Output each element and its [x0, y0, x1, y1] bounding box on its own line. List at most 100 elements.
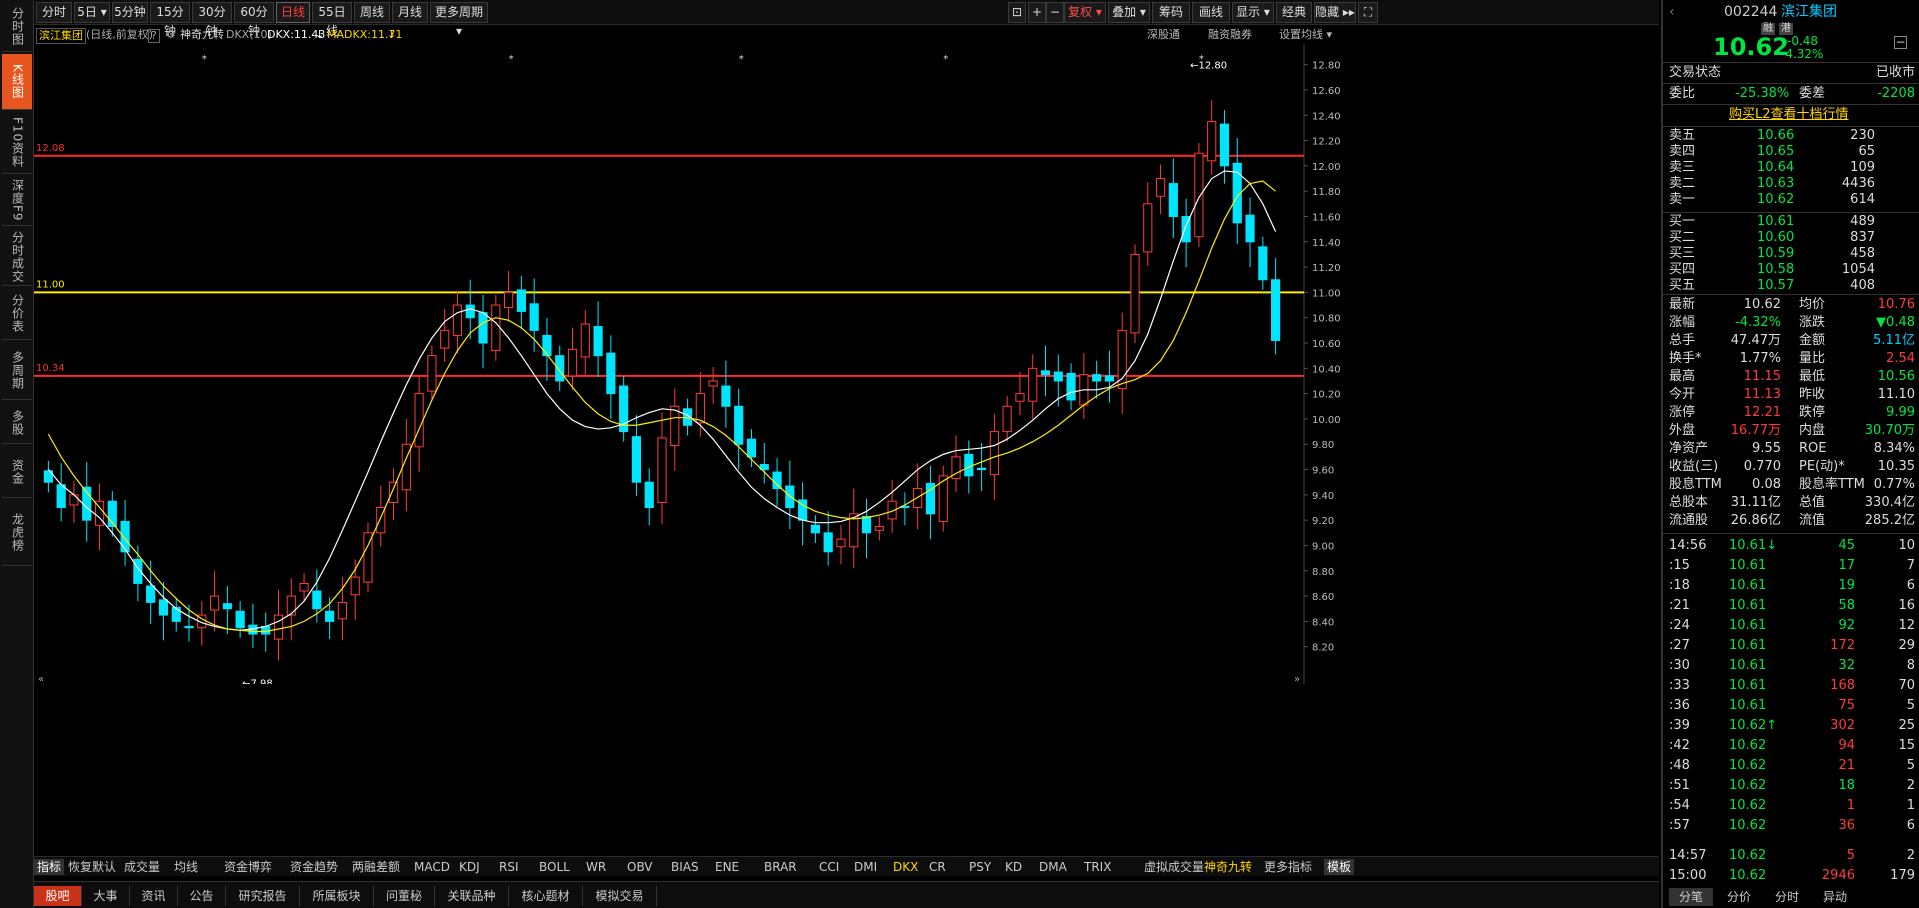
fullscreen-icon[interactable]: ⛶ [1358, 2, 1378, 23]
bid-price[interactable]: 10.57 [1757, 278, 1794, 294]
plus-icon[interactable]: + [1028, 2, 1046, 23]
minimize-icon[interactable]: − [1894, 36, 1907, 49]
period-tab-0[interactable]: 分时 [36, 2, 72, 23]
bid-price[interactable]: 10.58 [1757, 262, 1794, 278]
bottom-tab-5[interactable]: 所属板块 [300, 886, 374, 906]
minus-icon[interactable]: − [1046, 2, 1064, 23]
tick-tab-1[interactable]: 分价 [1717, 888, 1761, 906]
indicator-tab-25[interactable]: 神奇九转 [1204, 859, 1252, 875]
tick-tab-2[interactable]: 分时 [1765, 888, 1809, 906]
indicator-tab-21[interactable]: KD [1005, 859, 1022, 875]
indicator-tab-27[interactable]: 模板 [1324, 859, 1355, 875]
indicator-tab-17[interactable]: DMI [854, 859, 877, 875]
indicator-tab-9[interactable]: RSI [499, 859, 519, 875]
kline-chart[interactable]: 12.80 12.60 12.40 12.20 12.00 11.80 11.60 11.40… [34, 44, 1354, 684]
event-marker[interactable]: * [1199, 54, 1204, 65]
indicator-tab-11[interactable]: WR [586, 859, 606, 875]
period-tab-2[interactable]: 5分钟 [112, 2, 148, 23]
indicator-tab-15[interactable]: BRAR [764, 859, 797, 875]
indicator-tab-19[interactable]: CR [929, 859, 946, 875]
period-tab-4[interactable]: 30分钟 [192, 2, 232, 38]
ma-settings-button[interactable]: 设置均线 ▾ [1279, 26, 1332, 44]
period-tab-8[interactable]: 周线 [354, 2, 390, 23]
left-tab-5[interactable]: 分价表 [2, 288, 32, 340]
left-tab-1[interactable]: K线图 [2, 54, 32, 110]
indicator-tab-26[interactable]: 更多指标 [1264, 859, 1312, 875]
bottom-tab-1[interactable]: 大事 [82, 886, 130, 906]
chips-button[interactable]: 筹码 [1152, 2, 1190, 23]
ask-price[interactable]: 10.63 [1757, 176, 1794, 192]
bottom-tab-6[interactable]: 问董秘 [374, 886, 435, 906]
deep-connect-link[interactable]: 深股通 [1147, 26, 1180, 44]
indicator-tab-23[interactable]: TRIX [1084, 859, 1111, 875]
bid-price[interactable]: 10.61 [1757, 214, 1794, 230]
period-tab-10[interactable]: 更多周期 ▾ [430, 2, 488, 38]
gear-icon[interactable]: ⚙ [166, 26, 176, 44]
left-tab-7[interactable]: 多股 [2, 402, 32, 444]
bottom-tab-3[interactable]: 公告 [178, 886, 226, 906]
event-marker[interactable]: * [509, 54, 514, 65]
left-tab-2[interactable]: F10资料 [2, 112, 32, 174]
indicator-tab-8[interactable]: KDJ [459, 859, 480, 875]
period-tab-9[interactable]: 月线 [392, 2, 428, 23]
left-tab-6[interactable]: 多周期 [2, 342, 32, 400]
ask-price[interactable]: 10.64 [1757, 160, 1794, 176]
period-tab-6[interactable]: 日线 [276, 2, 310, 23]
indicator-tab-20[interactable]: PSY [969, 859, 991, 875]
restore-button[interactable]: 复权 ▾ [1064, 2, 1106, 23]
indicator-tab-5[interactable]: 资金趋势 [290, 859, 338, 875]
indicator-tab-12[interactable]: OBV [627, 859, 653, 875]
margin-link[interactable]: 融资融券 [1208, 26, 1252, 44]
help-icon[interactable]: ? [148, 29, 160, 43]
event-marker[interactable]: * [943, 54, 948, 65]
indicator-tab-22[interactable]: DMA [1039, 859, 1067, 875]
hide-button[interactable]: 隐藏 ▸▸ [1314, 2, 1356, 23]
bottom-tab-7[interactable]: 关联品种 [435, 886, 509, 906]
stock-name-label[interactable]: 滨江集团 [36, 28, 86, 44]
bottom-tab-2[interactable]: 资讯 [130, 886, 178, 906]
bottom-tab-9[interactable]: 模拟交易 [583, 886, 657, 906]
indicator-tab-14[interactable]: ENE [715, 859, 739, 875]
indicator-tab-18[interactable]: DKX [893, 859, 918, 875]
display-button[interactable]: 显示 ▾ [1232, 2, 1274, 23]
bottom-tab-4[interactable]: 研究报告 [226, 886, 300, 906]
indicator-tab-13[interactable]: BIAS [671, 859, 699, 875]
lock-icon[interactable]: ⊡ [1008, 2, 1026, 23]
draw-line-button[interactable]: 画线 [1192, 2, 1230, 23]
indicator-tab-2[interactable]: 成交量 [124, 859, 160, 875]
ask-price[interactable]: 10.65 [1757, 144, 1794, 160]
indicator-tab-3[interactable]: 均线 [174, 859, 198, 875]
buy-l2-link[interactable]: 购买L2查看十档行情 [1729, 106, 1849, 124]
indicator-tab-10[interactable]: BOLL [539, 859, 570, 875]
indicator-tab-16[interactable]: CCI [819, 859, 839, 875]
ask-price[interactable]: 10.66 [1757, 128, 1794, 144]
period-tab-7[interactable]: 55日线 [312, 2, 352, 38]
tick-tab-0[interactable]: 分笔 [1669, 888, 1713, 906]
bottom-tab-8[interactable]: 核心题材 [509, 886, 583, 906]
indicator-tab-24[interactable]: 虚拟成交量 [1144, 859, 1204, 875]
left-tab-0[interactable]: 分时图 [2, 2, 32, 52]
bottom-tab-0[interactable]: 股吧 [34, 886, 82, 906]
tick-tab-3[interactable]: 异动 [1813, 888, 1857, 906]
period-tab-3[interactable]: 15分钟 [150, 2, 190, 38]
left-tab-3[interactable]: 深度F9 [2, 176, 32, 226]
period-tab-5[interactable]: 60分钟 [234, 2, 274, 38]
left-tab-4[interactable]: 分时成交 [2, 228, 32, 286]
overlay-button[interactable]: 叠加 ▾ [1108, 2, 1150, 23]
event-marker[interactable]: * [202, 54, 207, 65]
left-tab-9[interactable]: 龙虎榜 [2, 500, 32, 566]
indicator-tab-1[interactable]: 恢复默认 [68, 859, 116, 875]
bid-price[interactable]: 10.60 [1757, 230, 1794, 246]
indicator-tab-0[interactable]: 指标 [34, 859, 65, 875]
scroll-right-icon[interactable]: » [1294, 674, 1300, 684]
ask-price[interactable]: 10.62 [1757, 192, 1794, 208]
indicator-tab-6[interactable]: 两融差额 [352, 859, 400, 875]
collapse-left-icon[interactable]: ‹ [1669, 3, 1675, 21]
period-tab-1[interactable]: 5日 ▾ [74, 2, 110, 23]
left-tab-8[interactable]: 资金 [2, 446, 32, 498]
classic-button[interactable]: 经典 [1276, 2, 1312, 23]
indicator-tab-4[interactable]: 资金博弈 [224, 859, 272, 875]
scroll-left-icon[interactable]: « [38, 674, 44, 684]
indicator-tab-7[interactable]: MACD [414, 859, 450, 875]
bid-price[interactable]: 10.59 [1757, 246, 1794, 262]
